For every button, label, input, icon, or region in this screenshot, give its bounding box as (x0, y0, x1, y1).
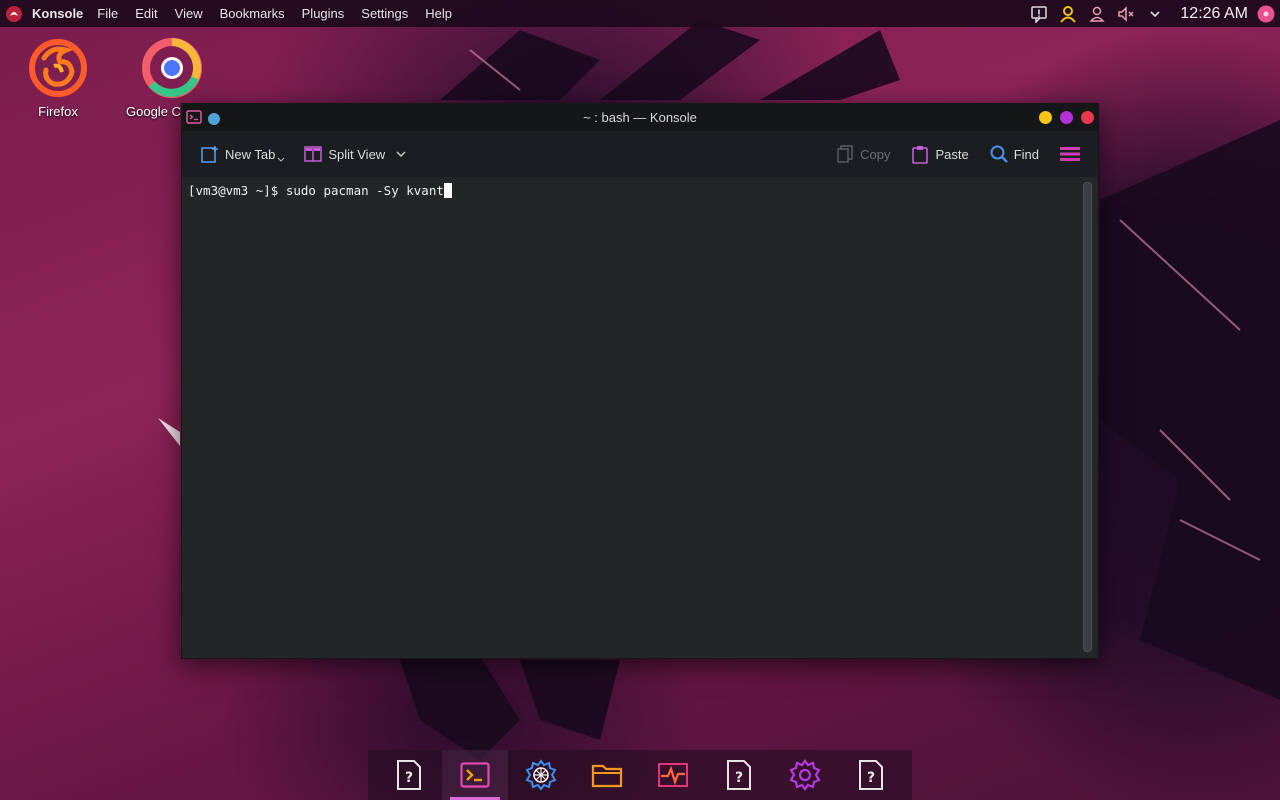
svg-text:?: ? (405, 770, 413, 786)
volume-muted-icon[interactable] (1116, 4, 1136, 24)
menu-help[interactable]: Help (425, 6, 452, 21)
taskbar-item-settings[interactable] (772, 750, 838, 800)
terminal-scrollbar[interactable] (1083, 182, 1092, 652)
new-tab-icon (201, 146, 218, 163)
menu-view[interactable]: View (175, 6, 203, 21)
copy-label: Copy (860, 146, 891, 162)
chevron-down-icon (277, 157, 285, 162)
taskbar: ? ? ? (0, 750, 1280, 800)
active-app-name: Konsole (32, 6, 84, 21)
settings-icon (789, 759, 821, 791)
taskbar-item-files[interactable] (574, 750, 640, 800)
user-icon[interactable] (1058, 4, 1078, 24)
taskbar-item-unknown-1[interactable]: ? (376, 750, 442, 800)
file-manager-icon (591, 764, 623, 788)
find-label: Find (1013, 146, 1039, 162)
terminal-command: sudo pacman -Sy kvant (285, 183, 444, 198)
copy-button[interactable]: Copy (835, 144, 890, 164)
system-tray: 12:26 AM (1029, 0, 1280, 27)
close-button[interactable] (1081, 111, 1094, 124)
notification-icon[interactable] (1029, 4, 1049, 24)
firefox-icon (29, 39, 87, 97)
split-view-icon (304, 146, 323, 162)
konsole-icon (460, 762, 490, 788)
unknown-app-icon: ? (727, 760, 751, 790)
app-launcher-icon[interactable] (4, 4, 24, 24)
paste-icon (912, 146, 929, 164)
svg-text:?: ? (867, 770, 875, 786)
paste-label: Paste (935, 146, 969, 162)
unknown-app-icon: ? (397, 760, 421, 790)
menu-bookmarks[interactable]: Bookmarks (220, 6, 285, 21)
chevron-down-icon[interactable] (1145, 4, 1165, 24)
menu-edit[interactable]: Edit (135, 6, 157, 21)
people-icon[interactable] (1087, 4, 1107, 24)
svg-text:?: ? (735, 770, 743, 786)
session-icon[interactable] (1256, 4, 1276, 24)
chevron-down-icon (396, 151, 406, 157)
clock[interactable]: 12:26 AM (1180, 5, 1248, 23)
taskbar-item-unknown-2[interactable]: ? (706, 750, 772, 800)
unknown-app-icon: ? (859, 760, 883, 790)
hamburger-menu-icon (1060, 147, 1080, 161)
split-view-button[interactable]: Split View (303, 144, 412, 164)
desktop-icon-label: Firefox (38, 104, 78, 119)
terminal-prompt: [vm3@vm3 ~]$ (188, 183, 286, 198)
konsole-window: ~ : bash — Konsole New Tab Split View Co… (181, 103, 1099, 659)
taskbar-item-network[interactable] (508, 750, 574, 800)
search-icon (990, 145, 1008, 163)
new-tab-label: New Tab (225, 146, 276, 162)
desktop-icon-firefox[interactable]: Firefox (10, 36, 106, 119)
network-settings-icon (525, 759, 557, 791)
paste-button[interactable]: Paste (910, 144, 969, 164)
terminal-area[interactable]: [vm3@vm3 ~]$ sudo pacman -Sy kvant (182, 177, 1098, 658)
copy-icon (837, 145, 853, 163)
maximize-button[interactable] (1060, 111, 1073, 124)
find-button[interactable]: Find (989, 144, 1039, 164)
konsole-toolbar: New Tab Split View Copy Paste Find (182, 131, 1098, 177)
hamburger-menu-button[interactable] (1059, 144, 1086, 164)
taskbar-item-unknown-3[interactable]: ? (838, 750, 904, 800)
menu-plugins[interactable]: Plugins (302, 6, 345, 21)
desktop-icon-label: Google C (126, 104, 181, 119)
menu-file[interactable]: File (97, 6, 118, 21)
minimize-button[interactable] (1039, 111, 1052, 124)
taskbar-item-konsole[interactable] (442, 750, 508, 800)
system-monitor-icon (658, 763, 688, 787)
top-panel: Konsole File Edit View Bookmarks Plugins… (0, 0, 1280, 27)
window-title: ~ : bash — Konsole (583, 110, 697, 125)
new-tab-button[interactable]: New Tab (200, 144, 285, 164)
chrome-icon (142, 38, 202, 98)
window-titlebar[interactable]: ~ : bash — Konsole (182, 104, 1098, 131)
menu-settings[interactable]: Settings (361, 6, 408, 21)
terminal-cursor (443, 183, 452, 198)
split-view-label: Split View (328, 146, 386, 162)
taskbar-item-monitor[interactable] (640, 750, 706, 800)
